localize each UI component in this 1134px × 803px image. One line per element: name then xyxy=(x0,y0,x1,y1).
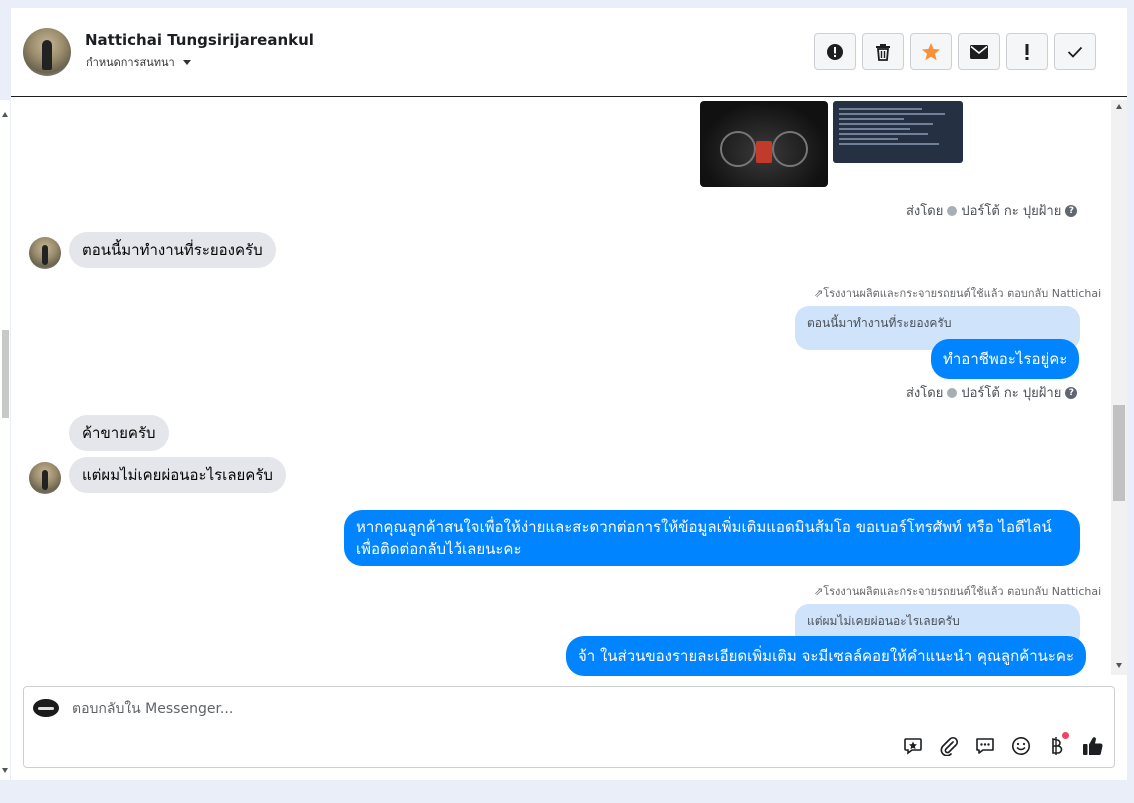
reply-meta-text: โรงงานผลิตและกระจายรถยนต์ใช้แล้ว ตอบกลับ… xyxy=(823,585,1102,598)
emoji-icon xyxy=(1012,737,1030,755)
conversation-settings-label: กำหนดการสนทนา xyxy=(86,56,175,69)
help-icon[interactable]: ? xyxy=(1065,204,1078,217)
scroll-up-arrow-icon[interactable] xyxy=(2,112,8,117)
trash-icon xyxy=(876,43,890,61)
chat-bubble-icon xyxy=(976,738,994,754)
sent-by-label: ส่งโดย ปอร์โต้ กะ ปุยฝ้าย ? xyxy=(906,200,1078,221)
incoming-message[interactable]: ตอนนี้มาทำงานที่ระยองครับ xyxy=(69,232,276,268)
thumbs-up-icon xyxy=(1083,737,1103,756)
mark-done-button[interactable] xyxy=(1054,33,1096,70)
left-scrollbar[interactable] xyxy=(0,100,10,780)
outgoing-message[interactable]: ทำอาชีพอะไรอยู่คะ xyxy=(931,339,1080,379)
attach-button[interactable] xyxy=(937,734,961,758)
message-line: เพื่อติดต่อกลับไว้เลยนะคะ xyxy=(356,540,522,558)
header-actions xyxy=(814,33,1096,70)
mail-icon xyxy=(970,44,988,59)
scroll-down-arrow-icon[interactable] xyxy=(2,768,8,773)
reply-meta: ⇗โรงงานผลิตและกระจายรถยนต์ใช้แล้ว ตอบกลั… xyxy=(814,585,1102,598)
scroll-down-arrow-icon[interactable] xyxy=(1116,663,1122,668)
composer-tools xyxy=(901,732,1105,758)
baht-icon xyxy=(1052,737,1063,755)
notification-dot xyxy=(1062,732,1069,739)
reply-input[interactable] xyxy=(72,697,872,721)
mark-unread-button[interactable] xyxy=(1006,33,1048,70)
star-icon xyxy=(922,42,940,60)
outgoing-message[interactable]: หากคุณลูกค้าสนใจเพื่อให้ง่ายและสะดวกต่อก… xyxy=(344,510,1080,566)
conversation-settings-dropdown[interactable]: กำหนดการสนทนา xyxy=(86,53,191,71)
sender-name[interactable]: ปอร์โต้ กะ ปุยฝ้าย xyxy=(961,200,1061,221)
sent-by-text: ส่งโดย xyxy=(906,386,944,401)
avatar[interactable] xyxy=(29,462,61,494)
incoming-message[interactable]: แต่ผมไม่เคยผ่อนอะไรเลยครับ xyxy=(69,457,286,493)
vehicle-info-screenshot-attachment[interactable] xyxy=(833,101,963,163)
star-button[interactable] xyxy=(910,33,952,70)
payment-button[interactable] xyxy=(1045,732,1069,758)
scroll-up-arrow-icon[interactable] xyxy=(1116,104,1122,109)
dashboard-photo-attachment[interactable] xyxy=(700,101,828,187)
reply-meta: ⇗โรงงานผลิตและกระจายรถยนต์ใช้แล้ว ตอบกลั… xyxy=(814,287,1102,300)
sender-name[interactable]: ปอร์โต้ กะ ปุยฝ้าย xyxy=(961,382,1061,403)
message-thread[interactable]: ส่งโดย ปอร์โต้ กะ ปุยฝ้าย ? ตอนนี้มาทำงา… xyxy=(11,97,1127,677)
chat-scrollbar[interactable] xyxy=(1111,100,1127,675)
conversation-header: Nattichai Tungsirijareankul กำหนดการสนทน… xyxy=(11,8,1127,97)
page-avatar xyxy=(33,699,59,717)
caret-down-icon xyxy=(182,59,191,65)
warning-light-graphic xyxy=(756,141,772,163)
reply-composer xyxy=(23,686,1115,768)
quick-reply-button[interactable] xyxy=(973,734,997,758)
avatar[interactable] xyxy=(23,28,71,76)
user-dot-icon xyxy=(947,205,958,216)
saved-replies-button[interactable] xyxy=(901,734,925,758)
incoming-message[interactable]: ค้าขายครับ xyxy=(69,415,169,451)
delete-button[interactable] xyxy=(862,33,904,70)
move-to-inbox-button[interactable] xyxy=(958,33,1000,70)
avatar[interactable] xyxy=(29,237,61,269)
like-button[interactable] xyxy=(1081,734,1105,758)
reply-meta-text: โรงงานผลิตและกระจายรถยนต์ใช้แล้ว ตอบกลับ… xyxy=(823,287,1102,300)
contact-name[interactable]: Nattichai Tungsirijareankul xyxy=(85,31,314,49)
alert-circle-icon xyxy=(827,43,843,60)
outgoing-message[interactable]: จ้า ในส่วนของรายละเอียดเพิ่มเติม จะมีเซล… xyxy=(566,636,1087,676)
scrollbar-thumb[interactable] xyxy=(2,330,9,418)
exclamation-icon xyxy=(1025,43,1029,60)
mark-spam-button[interactable] xyxy=(814,33,856,70)
scrollbar-thumb[interactable] xyxy=(1113,405,1125,501)
message-line: หากคุณลูกค้าสนใจเพื่อให้ง่ายและสะดวกต่อก… xyxy=(356,518,1052,536)
saved-reply-icon xyxy=(904,738,922,755)
user-dot-icon xyxy=(947,387,958,398)
gauge-graphic xyxy=(772,131,808,167)
check-icon xyxy=(1067,46,1083,58)
attachment-icon xyxy=(940,736,959,756)
gauge-graphic xyxy=(720,131,756,167)
sent-by-text: ส่งโดย xyxy=(906,204,944,219)
sent-by-label: ส่งโดย ปอร์โต้ กะ ปุยฝ้าย ? xyxy=(906,382,1078,403)
emoji-button[interactable] xyxy=(1009,734,1033,758)
help-icon[interactable]: ? xyxy=(1065,386,1078,399)
